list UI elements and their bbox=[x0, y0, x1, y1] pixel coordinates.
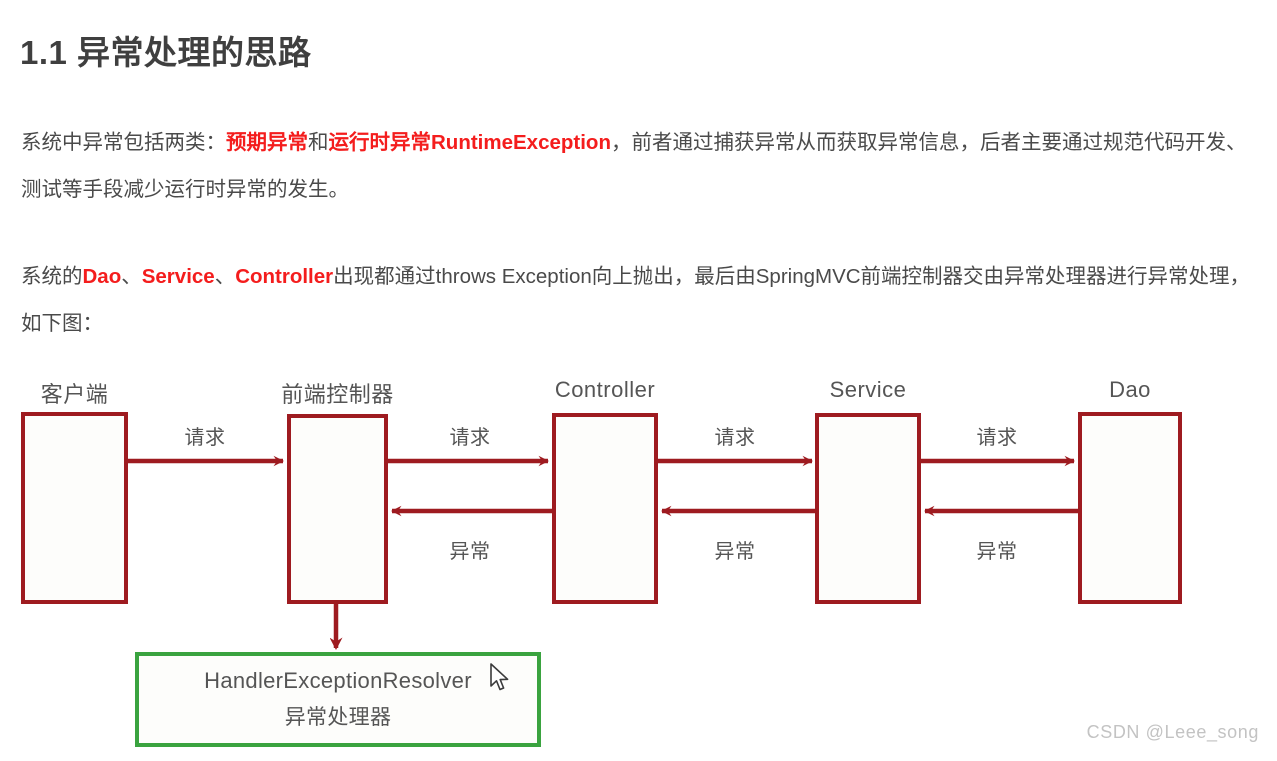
resolver-subtitle: 异常处理器 bbox=[284, 706, 392, 729]
edge-label-exception-3: 异常 bbox=[976, 541, 1018, 563]
node-label-front-controller: 前端控制器 bbox=[281, 382, 394, 407]
node-service[interactable] bbox=[815, 413, 921, 604]
node-client[interactable] bbox=[21, 412, 128, 604]
csdn-watermark: CSDN @Leee_song bbox=[1086, 722, 1259, 742]
article-page: 1.1 异常处理的思路 系统中异常包括两类：预期异常和运行时异常RuntimeE… bbox=[0, 0, 1277, 761]
node-label-dao: Dao bbox=[1109, 377, 1151, 402]
node-handler-exception-resolver[interactable]: HandlerExceptionResolver 异常处理器 bbox=[135, 652, 541, 747]
node-controller[interactable] bbox=[552, 413, 658, 604]
edge-label-request-2: 请求 bbox=[449, 427, 491, 449]
edge-label-request-4: 请求 bbox=[976, 427, 1018, 449]
resolver-title: HandlerExceptionResolver bbox=[204, 668, 472, 693]
edge-label-exception-1: 异常 bbox=[449, 541, 491, 563]
exception-flow-diagram: 客户端 前端控制器 Controller Service Dao 请求 请求 请… bbox=[0, 0, 1277, 761]
node-label-client: 客户端 bbox=[40, 382, 109, 407]
edge-label-exception-2: 异常 bbox=[714, 541, 756, 563]
edge-label-request-1: 请求 bbox=[184, 427, 226, 449]
node-label-controller: Controller bbox=[554, 377, 656, 402]
node-dao[interactable] bbox=[1078, 412, 1182, 604]
edge-label-request-3: 请求 bbox=[714, 427, 756, 449]
node-front-controller[interactable] bbox=[287, 414, 388, 604]
node-label-service: Service bbox=[829, 377, 907, 402]
